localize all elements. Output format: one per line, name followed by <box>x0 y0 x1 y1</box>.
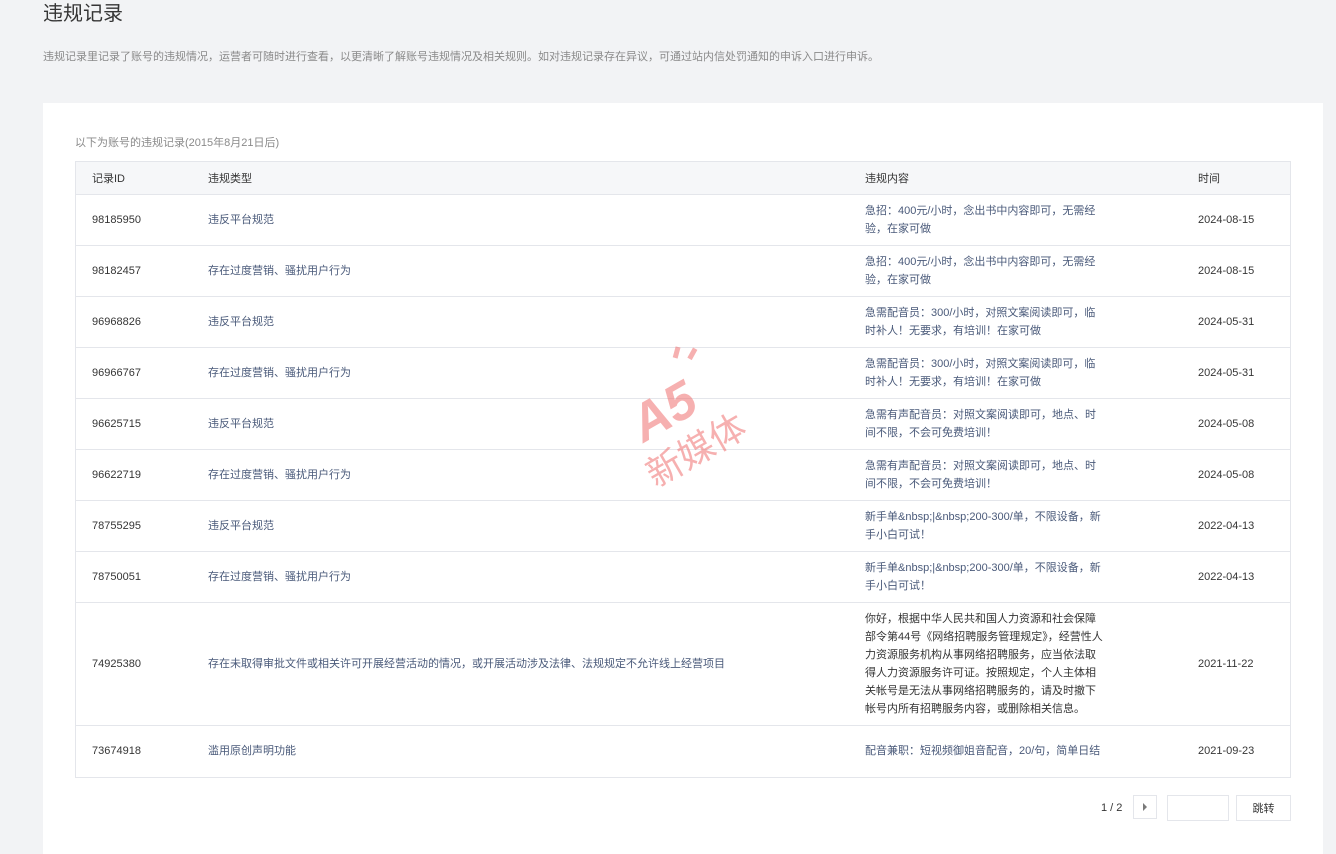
violation-time-cell: 2021-09-23 <box>1198 745 1255 758</box>
table-row: 96966767 存在过度营销、骚扰用户行为 急需配音员：300/小时，对照文案阅读… <box>76 347 1290 399</box>
violation-records-card: 以下为账号的违规记录(2015年8月21日后) 记录ID 违规类型 违规内容 时… <box>43 103 1323 854</box>
violation-content-text: 急需有声配音员：对照文案阅读即可，地点、时间不限，不会可免费培训！ <box>865 409 1096 439</box>
violation-content-cell: 急招：400元/小时，念出书中内容即可，无需经验，在家可做 <box>849 245 1182 297</box>
record-id-cell: 98182457 <box>76 245 192 297</box>
record-id-cell: 73674918 <box>92 745 141 758</box>
table-row: 96625715 违反平台规范 急需有声配音员：对照文案阅读即可，地点、时间不限，不… <box>76 398 1290 450</box>
page-jump-button[interactable]: 跳转 <box>1236 795 1291 821</box>
violation-type-cell: 存在过度营销、骚扰用户行为 <box>192 551 849 603</box>
page-jump-input[interactable] <box>1167 795 1229 821</box>
violation-content-text: 你好，根据中华人民共和国人力资源和社会保障部令第44号《网络招聘服务管理规定》，… <box>865 613 1103 715</box>
violation-type-cell: 存在过度营销、骚扰用户行为 <box>192 347 849 399</box>
violation-content-text: 急需配音员：300/小时，对照文案阅读即可，临时补人！无要求，有培训！在家可做 <box>865 307 1096 337</box>
record-id-cell: 96968826 <box>76 296 192 348</box>
violation-time-cell: 2024-05-31 <box>1182 347 1290 399</box>
violation-content-cell: 新手单&nbsp;|&nbsp;200-300/单，不限设备，新手小白可试！ <box>849 551 1182 603</box>
violation-content-text: 新手单&nbsp;|&nbsp;200-300/单，不限设备，新手小白可试！ <box>865 562 1101 592</box>
table-row: 74925380 存在未取得审批文件或相关许可开展经营活动的情况，或开展活动涉及法… <box>76 602 1290 726</box>
violation-time-cell: 2022-04-13 <box>1182 500 1290 552</box>
violation-content-cell: 配音兼职：短视频御姐音配音，20/句，简单日结 <box>849 726 1182 777</box>
column-header-id: 记录ID <box>76 162 192 195</box>
violation-content-text: 急需有声配音员：对照文案阅读即可，地点、时间不限，不会可免费培训！ <box>865 460 1096 490</box>
violation-content-cell: 急招：400元/小时，念出书中内容即可，无需经验，在家可做 <box>849 194 1182 246</box>
column-header-type: 违规类型 <box>192 162 849 195</box>
page-description: 违规记录里记录了账号的违规情况，运营者可随时进行查看，以更清晰了解账号违规情况及… <box>43 51 879 63</box>
chevron-right-icon <box>1143 803 1147 811</box>
table-row: 73674918 滥用原创声明功能 配音兼职：短视频御姐音配音，20/句，简单日结 2… <box>76 726 1290 777</box>
violation-content-text: 新手单&nbsp;|&nbsp;200-300/单，不限设备，新手小白可试！ <box>865 511 1101 541</box>
table-row: 98182457 存在过度营销、骚扰用户行为 急招：400元/小时，念出书中内容即可… <box>76 245 1290 297</box>
violation-content-text: 配音兼职：短视频御姐音配音，20/句，简单日结 <box>865 745 1101 758</box>
violation-content-text: 急招：400元/小时，念出书中内容即可，无需经验，在家可做 <box>865 256 1096 286</box>
table-caption: 以下为账号的违规记录(2015年8月21日后) <box>75 137 280 149</box>
violation-type-cell: 存在过度营销、骚扰用户行为 <box>192 449 849 501</box>
record-id-cell: 78750051 <box>76 551 192 603</box>
violation-content-text: 急招：400元/小时，念出书中内容即可，无需经验，在家可做 <box>865 205 1096 235</box>
violation-time-cell: 2024-08-15 <box>1182 194 1290 246</box>
violation-time-cell: 2024-05-08 <box>1182 398 1290 450</box>
violation-type-cell: 滥用原创声明功能 <box>208 745 296 758</box>
violation-time-cell: 2021-11-22 <box>1182 602 1290 726</box>
record-id-cell: 78755295 <box>76 500 192 552</box>
table-row: 78755295 违反平台规范 新手单&nbsp;|&nbsp;200-300/单，… <box>76 500 1290 552</box>
record-id-cell: 96625715 <box>76 398 192 450</box>
violation-content-cell: 急需有声配音员：对照文案阅读即可，地点、时间不限，不会可免费培训！ <box>849 449 1182 501</box>
violation-type-cell: 违反平台规范 <box>192 500 849 552</box>
violation-content-cell: 急需配音员：300/小时，对照文案阅读即可，临时补人！无要求，有培训！在家可做 <box>849 296 1182 348</box>
table-header-row: 记录ID 违规类型 违规内容 时间 <box>76 162 1290 195</box>
violation-type-cell: 违反平台规范 <box>192 194 849 246</box>
violation-content-cell: 新手单&nbsp;|&nbsp;200-300/单，不限设备，新手小白可试！ <box>849 500 1182 552</box>
violation-content-cell: 急需配音员：300/小时，对照文案阅读即可，临时补人！无要求，有培训！在家可做 <box>849 347 1182 399</box>
table-row: 78750051 存在过度营销、骚扰用户行为 新手单&nbsp;|&nbsp;200… <box>76 551 1290 603</box>
violation-content-cell: 急需有声配音员：对照文案阅读即可，地点、时间不限，不会可免费培训！ <box>849 398 1182 450</box>
violation-time-cell: 2024-05-08 <box>1182 449 1290 501</box>
column-header-content: 违规内容 <box>849 162 1182 195</box>
violation-content-text: 急需配音员：300/小时，对照文案阅读即可，临时补人！无要求，有培训！在家可做 <box>865 358 1096 388</box>
table-row: 98185950 违反平台规范 急招：400元/小时，念出书中内容即可，无需经验，在… <box>76 194 1290 246</box>
violation-type-cell: 存在未取得审批文件或相关许可开展经营活动的情况，或开展活动涉及法律、法规规定不允… <box>192 602 849 726</box>
record-id-cell: 74925380 <box>76 602 192 726</box>
next-page-button[interactable] <box>1133 795 1157 819</box>
violation-content-cell: 你好，根据中华人民共和国人力资源和社会保障部令第44号《网络招聘服务管理规定》，… <box>849 602 1182 726</box>
page-title: 违规记录 <box>43 3 123 25</box>
table-row: 96622719 存在过度营销、骚扰用户行为 急需有声配音员：对照文案阅读即可，地点… <box>76 449 1290 501</box>
violation-type-cell: 违反平台规范 <box>192 398 849 450</box>
record-id-cell: 96622719 <box>76 449 192 501</box>
violation-table-container: 记录ID 违规类型 违规内容 时间 98185950 违反平台规范 急招：400元/… <box>75 161 1291 778</box>
violation-table: 记录ID 违规类型 违规内容 时间 98185950 违反平台规范 急招：400元/… <box>76 162 1290 777</box>
violation-time-cell: 2024-05-31 <box>1182 296 1290 348</box>
violation-type-cell: 存在过度营销、骚扰用户行为 <box>192 245 849 297</box>
violation-time-cell: 2024-08-15 <box>1182 245 1290 297</box>
table-row: 96968826 违反平台规范 急需配音员：300/小时，对照文案阅读即可，临时补人… <box>76 296 1290 348</box>
column-header-time: 时间 <box>1182 162 1290 195</box>
pagination-count: 1 / 2 <box>1101 802 1123 814</box>
violation-type-cell: 违反平台规范 <box>192 296 849 348</box>
record-id-cell: 96966767 <box>76 347 192 399</box>
violation-time-cell: 2022-04-13 <box>1182 551 1290 603</box>
record-id-cell: 98185950 <box>76 194 192 246</box>
